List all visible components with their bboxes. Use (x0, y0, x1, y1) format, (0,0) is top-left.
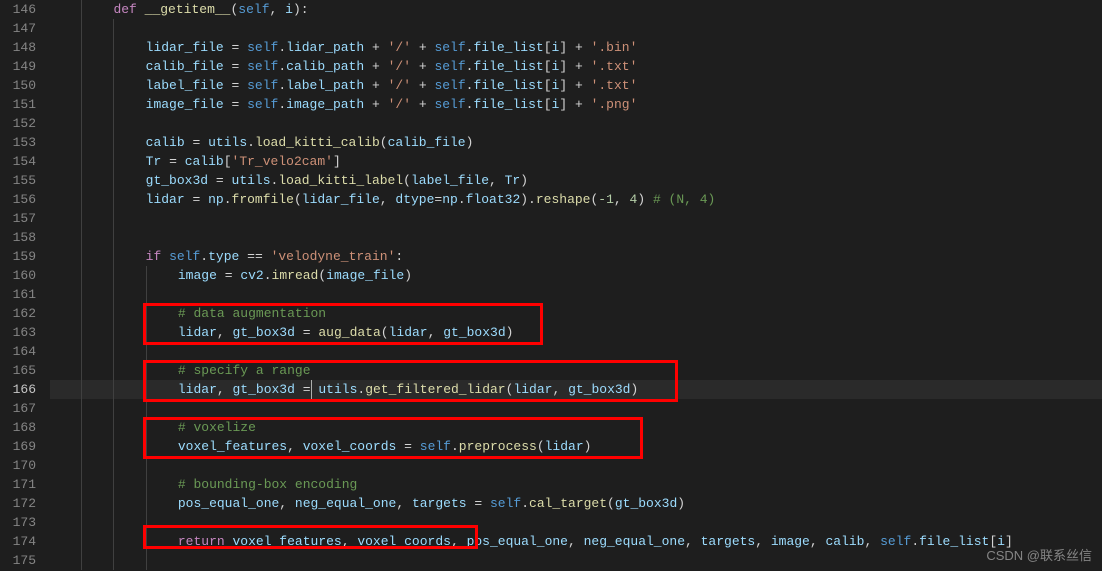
code-editor[interactable]: 1461471481491501511521531541551561571581… (0, 0, 1102, 571)
code-line: voxel_features, voxel_coords = self.prep… (50, 437, 1102, 456)
code-line: # data augmentation (50, 304, 1102, 323)
code-line: label_file = self.label_path + '/' + sel… (50, 76, 1102, 95)
code-line: return voxel_features, voxel_coords, pos… (50, 532, 1102, 551)
code-line: # bounding-box encoding (50, 475, 1102, 494)
line-number: 175 (0, 551, 36, 570)
code-line (50, 285, 1102, 304)
line-number: 174 (0, 532, 36, 551)
code-line (50, 342, 1102, 361)
code-line: lidar, gt_box3d = aug_data(lidar, gt_box… (50, 323, 1102, 342)
code-line: pos_equal_one, neg_equal_one, targets = … (50, 494, 1102, 513)
line-number: 164 (0, 342, 36, 361)
watermark: CSDN @联系丝信 (986, 546, 1092, 565)
code-line (50, 456, 1102, 475)
line-number: 150 (0, 76, 36, 95)
line-number: 149 (0, 57, 36, 76)
line-number: 146 (0, 0, 36, 19)
code-line (50, 399, 1102, 418)
line-number: 170 (0, 456, 36, 475)
code-line: gt_box3d = utils.load_kitti_label(label_… (50, 171, 1102, 190)
line-number: 163 (0, 323, 36, 342)
line-number: 166 (0, 380, 36, 399)
line-number: 159 (0, 247, 36, 266)
line-number: 147 (0, 19, 36, 38)
code-line: lidar = np.fromfile(lidar_file, dtype=np… (50, 190, 1102, 209)
line-number: 152 (0, 114, 36, 133)
code-content[interactable]: def __getitem__(self, i): lidar_file = s… (50, 0, 1102, 571)
code-line (50, 209, 1102, 228)
line-number: 168 (0, 418, 36, 437)
line-number: 154 (0, 152, 36, 171)
text-cursor (311, 380, 312, 399)
line-number: 160 (0, 266, 36, 285)
code-line: calib = utils.load_kitti_calib(calib_fil… (50, 133, 1102, 152)
line-number: 167 (0, 399, 36, 418)
line-number: 158 (0, 228, 36, 247)
line-number: 153 (0, 133, 36, 152)
code-line: lidar_file = self.lidar_path + '/' + sel… (50, 38, 1102, 57)
line-number: 156 (0, 190, 36, 209)
code-line: calib_file = self.calib_path + '/' + sel… (50, 57, 1102, 76)
code-line: Tr = calib['Tr_velo2cam'] (50, 152, 1102, 171)
code-line: image_file = self.image_path + '/' + sel… (50, 95, 1102, 114)
line-number: 162 (0, 304, 36, 323)
line-number: 151 (0, 95, 36, 114)
code-line (50, 228, 1102, 247)
line-number: 148 (0, 38, 36, 57)
code-line (50, 513, 1102, 532)
line-number: 171 (0, 475, 36, 494)
code-line (50, 551, 1102, 570)
code-line (50, 19, 1102, 38)
line-number: 172 (0, 494, 36, 513)
code-line: def __getitem__(self, i): (50, 0, 1102, 19)
code-line: lidar, gt_box3d = utils.get_filtered_lid… (50, 380, 1102, 399)
code-line: image = cv2.imread(image_file) (50, 266, 1102, 285)
code-line: # voxelize (50, 418, 1102, 437)
code-line: if self.type == 'velodyne_train': (50, 247, 1102, 266)
line-number: 173 (0, 513, 36, 532)
line-number: 157 (0, 209, 36, 228)
line-number: 155 (0, 171, 36, 190)
line-number: 161 (0, 285, 36, 304)
code-line: # specify a range (50, 361, 1102, 380)
line-number-gutter: 1461471481491501511521531541551561571581… (0, 0, 50, 571)
line-number: 165 (0, 361, 36, 380)
line-number: 169 (0, 437, 36, 456)
code-line (50, 114, 1102, 133)
